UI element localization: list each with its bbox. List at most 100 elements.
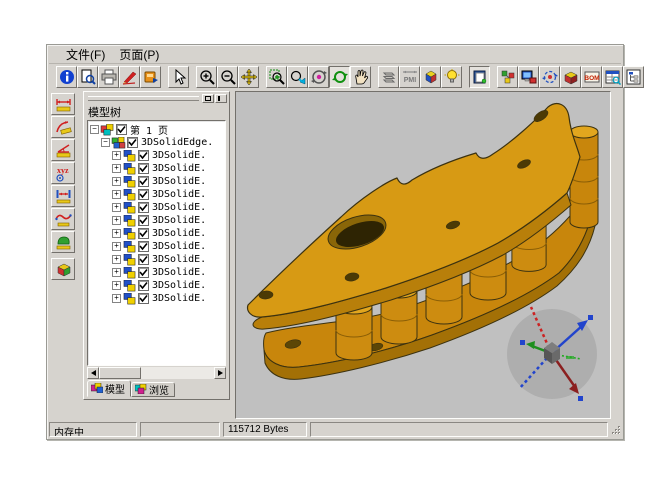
dim-coordinate-button[interactable]: xyz xyxy=(51,162,75,184)
notebook-panel-button[interactable] xyxy=(469,66,490,88)
info-icon xyxy=(59,69,75,85)
tree-item-assembly[interactable]: − 3DSolidEdge. xyxy=(90,136,225,149)
scrollbar-thumb[interactable] xyxy=(99,367,141,379)
expand-icon[interactable]: + xyxy=(112,294,121,303)
export-button[interactable] xyxy=(140,66,161,88)
expand-icon[interactable]: + xyxy=(112,242,121,251)
restore-icon xyxy=(205,96,211,101)
expand-icon[interactable]: + xyxy=(112,177,121,186)
scroll-right-button[interactable] xyxy=(214,367,226,379)
expand-icon[interactable]: + xyxy=(112,229,121,238)
dim-horizontal-button[interactable] xyxy=(51,93,75,115)
tree-item-page[interactable]: − 第 1 页 xyxy=(90,123,225,136)
checkbox-checked[interactable] xyxy=(138,150,149,161)
expand-icon[interactable]: + xyxy=(112,255,121,264)
viewport-canvas[interactable] xyxy=(236,92,610,418)
checkbox-checked[interactable] xyxy=(138,215,149,226)
zoom-in-button[interactable] xyxy=(196,66,217,88)
tree-item-part[interactable]: + 3DSolidE. xyxy=(90,214,225,227)
tree-item-part[interactable]: + 3DSolidE. xyxy=(90,279,225,292)
spin-view-button[interactable] xyxy=(329,66,350,88)
float-panel-button[interactable] xyxy=(202,94,214,103)
rotate-view-button[interactable] xyxy=(308,66,329,88)
zoom-window-button[interactable] xyxy=(266,66,287,88)
checkbox-checked[interactable] xyxy=(138,267,149,278)
tree-horizontal-scrollbar[interactable] xyxy=(87,367,226,379)
checkbox-checked[interactable] xyxy=(138,254,149,265)
pmi-button[interactable]: PMI xyxy=(399,66,420,88)
expand-icon[interactable]: + xyxy=(112,164,121,173)
checkbox-checked[interactable] xyxy=(138,280,149,291)
expand-icon[interactable]: + xyxy=(112,281,121,290)
tab-model[interactable]: 模型 xyxy=(87,380,131,397)
dim-volume-button[interactable] xyxy=(51,258,75,280)
tree-item-part[interactable]: + 3DSolidE. xyxy=(90,162,225,175)
pan-button[interactable] xyxy=(238,66,259,88)
dynamic-zoom-button[interactable] xyxy=(287,66,308,88)
tree-view-button[interactable] xyxy=(623,66,644,88)
expand-icon[interactable]: + xyxy=(112,151,121,160)
tree-item-label: 3DSolidE. xyxy=(152,189,206,200)
tree-item-part[interactable]: + 3DSolidE. xyxy=(90,188,225,201)
collapse-icon[interactable]: − xyxy=(90,125,99,134)
scroll-left-button[interactable] xyxy=(87,367,99,379)
print-preview-button[interactable] xyxy=(77,66,98,88)
light-button[interactable] xyxy=(441,66,462,88)
dim-angle-button[interactable] xyxy=(51,139,75,161)
viewport-3d[interactable] xyxy=(235,91,611,419)
tree-item-part[interactable]: + 3DSolidE. xyxy=(90,201,225,214)
panel-grip[interactable] xyxy=(88,96,199,101)
tab-browse[interactable]: 浏览 xyxy=(131,382,175,397)
checkbox-checked[interactable] xyxy=(127,137,138,148)
tree-item-part[interactable]: + 3DSolidE. xyxy=(90,227,225,240)
view-cube-button[interactable] xyxy=(420,66,441,88)
tree-item-part[interactable]: + 3DSolidE. xyxy=(90,292,225,305)
info-button[interactable] xyxy=(56,66,77,88)
dim-curve-button[interactable] xyxy=(51,208,75,230)
hide-panel-button[interactable] xyxy=(215,94,227,103)
desktop: 文件(F) 页面(P) PMI BOM xyxy=(0,0,660,477)
checkbox-checked[interactable] xyxy=(138,202,149,213)
tree-item-part[interactable]: + 3DSolidE. xyxy=(90,175,225,188)
model-tree[interactable]: − 第 1 页 − 3DSolidEdge. + 3DSolidE. xyxy=(87,120,226,366)
menu-file[interactable]: 文件(F) xyxy=(59,45,112,64)
rotate-center-button[interactable] xyxy=(539,66,560,88)
tree-item-part[interactable]: + 3DSolidE. xyxy=(90,240,225,253)
dim-area-button[interactable] xyxy=(51,231,75,253)
tree-item-part[interactable]: + 3DSolidE. xyxy=(90,253,225,266)
table-view-button[interactable] xyxy=(602,66,623,88)
checkbox-checked[interactable] xyxy=(138,293,149,304)
zoom-out-button[interactable] xyxy=(217,66,238,88)
checkbox-checked[interactable] xyxy=(138,241,149,252)
checkbox-checked[interactable] xyxy=(138,189,149,200)
print-button[interactable] xyxy=(98,66,119,88)
checkbox-checked[interactable] xyxy=(116,124,127,135)
menu-page[interactable]: 页面(P) xyxy=(112,45,166,64)
checkbox-checked[interactable] xyxy=(138,228,149,239)
hand-pan-button[interactable] xyxy=(350,66,371,88)
tree-item-part[interactable]: + 3DSolidE. xyxy=(90,149,225,162)
collapse-icon[interactable]: − xyxy=(101,138,110,147)
checkbox-checked[interactable] xyxy=(138,163,149,174)
tree-tabs: 模型 浏览 xyxy=(87,379,175,397)
orientation-trackball[interactable] xyxy=(507,307,597,401)
dim-radius-button[interactable] xyxy=(51,116,75,138)
parts-explode-button[interactable] xyxy=(497,66,518,88)
markup-pen-button[interactable] xyxy=(119,66,140,88)
select-cursor-button[interactable] xyxy=(168,66,189,88)
solid-box-button[interactable] xyxy=(560,66,581,88)
expand-icon[interactable]: + xyxy=(112,216,121,225)
bom-button[interactable]: BOM xyxy=(581,66,602,88)
layers-button[interactable] xyxy=(378,66,399,88)
status-cell-2 xyxy=(140,422,220,437)
app-window: 文件(F) 页面(P) PMI BOM xyxy=(46,44,624,440)
expand-icon[interactable]: + xyxy=(112,203,121,212)
checkbox-checked[interactable] xyxy=(138,176,149,187)
tree-item-part[interactable]: + 3DSolidE. xyxy=(90,266,225,279)
expand-icon[interactable]: + xyxy=(112,190,121,199)
scrollbar-track[interactable] xyxy=(141,367,214,379)
resize-grip[interactable] xyxy=(611,423,621,435)
dim-distance-button[interactable] xyxy=(51,185,75,207)
workstation-button[interactable] xyxy=(518,66,539,88)
expand-icon[interactable]: + xyxy=(112,268,121,277)
